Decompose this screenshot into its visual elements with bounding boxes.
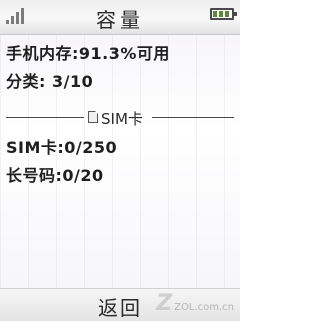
softkey-bar: 返回 Z ZOL.com.cn	[0, 288, 240, 321]
categories-count-text: 分类: 3/10	[6, 72, 94, 91]
watermark-text: ZOL.com.cn	[174, 302, 234, 313]
watermark-logo-icon: Z	[156, 291, 173, 316]
long-number-count-text: 长号码:0/20	[6, 166, 104, 185]
watermark: Z ZOL.com.cn	[156, 291, 234, 316]
phone-memory-text: 手机内存:91.3%可用	[6, 44, 170, 63]
divider-line-right	[152, 117, 234, 118]
page-title: 容量	[96, 8, 144, 32]
sim-card-icon	[88, 111, 98, 123]
battery-icon	[210, 8, 237, 20]
divider-line-left	[6, 117, 84, 118]
title-bar: 容量	[0, 0, 240, 35]
sim-section-label: SIM卡	[101, 110, 143, 128]
screen: 容量 手机内存:91.3%可用 分类: 3/10 SIM卡 SIM卡:0/250…	[0, 0, 240, 321]
sim-section-divider: SIM卡	[0, 108, 240, 128]
sim-card-count-text: SIM卡:0/250	[6, 138, 118, 157]
